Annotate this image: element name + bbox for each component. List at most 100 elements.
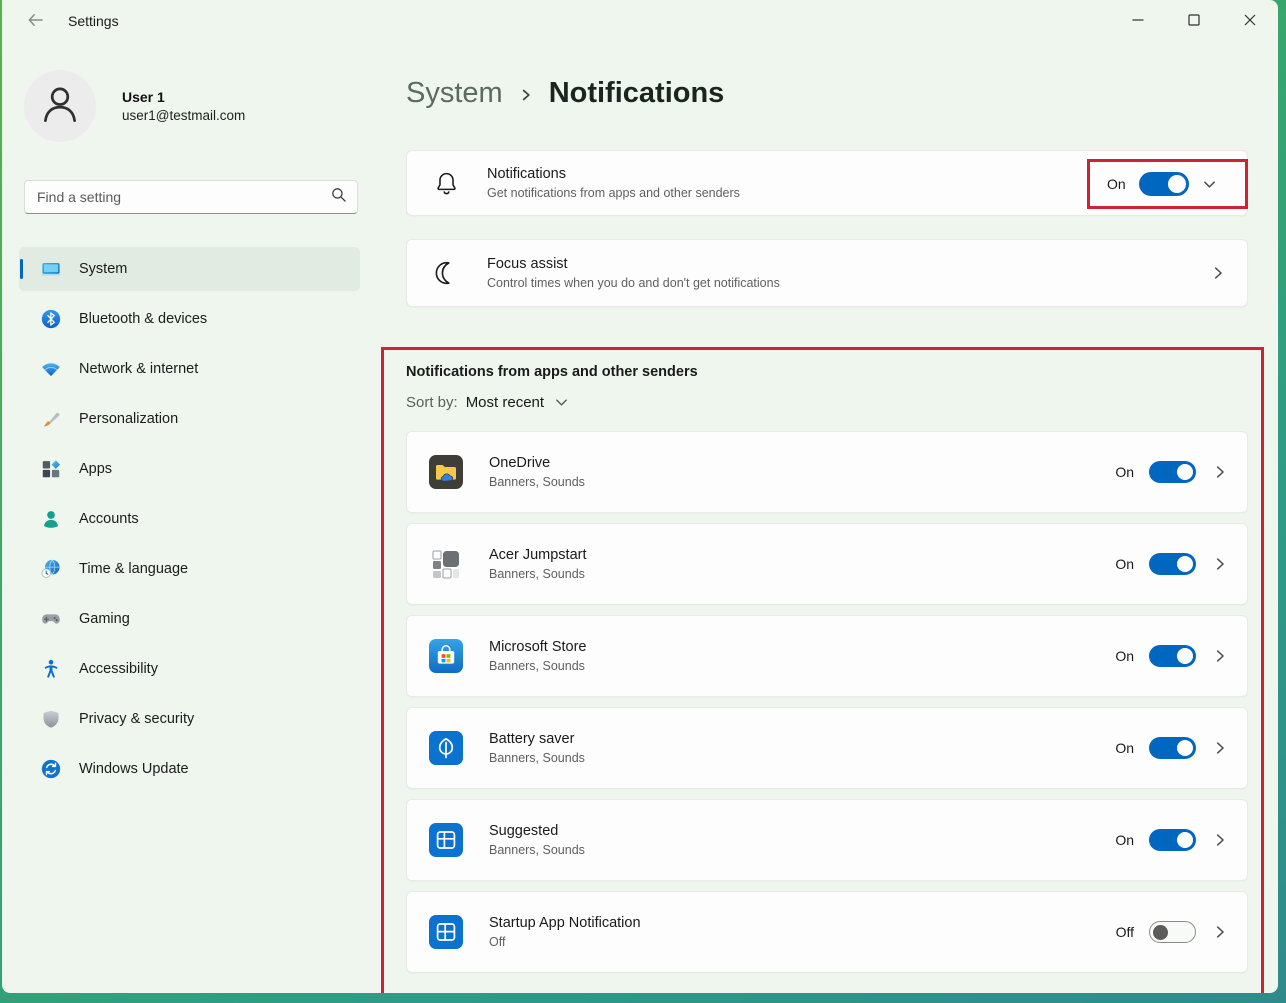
- chevron-right-icon[interactable]: [1213, 741, 1227, 755]
- search-input[interactable]: [37, 189, 331, 205]
- sort-dropdown[interactable]: Sort by: Most recent: [406, 394, 1248, 411]
- sidebar-item-network-internet[interactable]: Network & internet: [19, 347, 360, 391]
- sidebar-item-accessibility[interactable]: Accessibility: [19, 647, 360, 691]
- close-button[interactable]: [1222, 0, 1278, 42]
- toggle-knob: [1168, 175, 1186, 193]
- maximize-icon: [1188, 14, 1200, 29]
- back-arrow-icon: [27, 12, 43, 31]
- focus-assist-subtitle: Control times when you do and don't get …: [487, 276, 780, 290]
- sidebar-item-time-language[interactable]: Time & language: [19, 547, 360, 591]
- toggle-knob: [1177, 832, 1193, 848]
- accessibility-icon: [40, 658, 62, 680]
- focus-assist-title: Focus assist: [487, 256, 780, 272]
- sidebar: User 1 user1@testmail.com System Bluetoo…: [2, 42, 380, 993]
- sidebar-item-windows-update[interactable]: Windows Update: [19, 747, 360, 791]
- chevron-right-icon[interactable]: [1213, 465, 1227, 479]
- page-title: Notifications: [549, 77, 725, 110]
- breadcrumb-chevron-icon: [519, 88, 533, 102]
- sidebar-item-accounts[interactable]: Accounts: [19, 497, 360, 541]
- toggle-knob: [1177, 648, 1193, 664]
- app-toggle[interactable]: [1149, 921, 1196, 943]
- app-name: Startup App Notification: [489, 915, 641, 931]
- chevron-right-icon[interactable]: [1213, 557, 1227, 571]
- user-profile[interactable]: User 1 user1@testmail.com: [24, 70, 358, 142]
- app-subtitle: Banners, Sounds: [489, 659, 587, 673]
- app-row-suggested[interactable]: Suggested Banners, Sounds On: [406, 799, 1248, 881]
- app-state-label: On: [1112, 832, 1134, 848]
- breadcrumb-system[interactable]: System: [406, 77, 503, 110]
- sidebar-item-personalization[interactable]: Personalization: [19, 397, 360, 441]
- sidebar-item-privacy-security[interactable]: Privacy & security: [19, 697, 360, 741]
- app-toggle[interactable]: [1149, 461, 1196, 483]
- notifications-toggle[interactable]: [1139, 172, 1189, 196]
- notifications-state-label: On: [1107, 176, 1126, 192]
- minimize-icon: [1132, 14, 1144, 29]
- bell-icon: [431, 168, 461, 198]
- user-name: User 1: [122, 89, 245, 105]
- sidebar-item-label: Gaming: [79, 611, 130, 627]
- app-state-label: On: [1112, 556, 1134, 572]
- selected-indicator: [20, 259, 23, 279]
- app-subtitle: Banners, Sounds: [489, 475, 585, 489]
- app-row-onedrive[interactable]: OneDrive Banners, Sounds On: [406, 431, 1248, 513]
- app-name: OneDrive: [489, 455, 585, 471]
- minimize-button[interactable]: [1110, 0, 1166, 42]
- window-controls: [1110, 0, 1278, 42]
- chevron-down-icon: [554, 395, 569, 410]
- user-email: user1@testmail.com: [122, 108, 245, 123]
- app-row-acer-jumpstart[interactable]: Acer Jumpstart Banners, Sounds On: [406, 523, 1248, 605]
- app-row-startup-app-notification[interactable]: Startup App Notification Off Off: [406, 891, 1248, 973]
- notifications-title: Notifications: [487, 166, 740, 182]
- breadcrumb: System Notifications: [406, 75, 1248, 111]
- maximize-button[interactable]: [1166, 0, 1222, 42]
- sort-label: Sort by:: [406, 394, 458, 411]
- personalization-icon: [40, 408, 62, 430]
- app-subtitle: Banners, Sounds: [489, 751, 585, 765]
- sidebar-item-label: Personalization: [79, 411, 178, 427]
- chevron-right-icon[interactable]: [1213, 833, 1227, 847]
- accounts-icon: [40, 508, 62, 530]
- app-row-microsoft-store[interactable]: Microsoft Store Banners, Sounds On: [406, 615, 1248, 697]
- sidebar-item-apps[interactable]: Apps: [19, 447, 360, 491]
- app-state-label: On: [1112, 648, 1134, 664]
- sidebar-item-bluetooth-devices[interactable]: Bluetooth & devices: [19, 297, 360, 341]
- sidebar-item-system[interactable]: System: [19, 247, 360, 291]
- back-button[interactable]: [20, 6, 50, 36]
- person-icon: [35, 79, 85, 134]
- chevron-right-icon[interactable]: [1213, 649, 1227, 663]
- main-content: System Notifications Notifications Get n…: [380, 42, 1278, 993]
- app-toggle[interactable]: [1149, 737, 1196, 759]
- chevron-right-icon[interactable]: [1213, 925, 1227, 939]
- notifications-subtitle: Get notifications from apps and other se…: [487, 186, 740, 200]
- chevron-down-icon[interactable]: [1202, 177, 1217, 192]
- system-icon: [40, 258, 62, 280]
- toggle-knob: [1177, 464, 1193, 480]
- app-toggle[interactable]: [1149, 553, 1196, 575]
- sidebar-item-label: Apps: [79, 461, 112, 477]
- titlebar: Settings: [2, 0, 1278, 42]
- sidebar-item-gaming[interactable]: Gaming: [19, 597, 360, 641]
- red-highlight-box-toggle: On: [1087, 159, 1248, 209]
- network-icon: [40, 358, 62, 380]
- window-title: Settings: [68, 13, 119, 29]
- focus-assist-card[interactable]: Focus assist Control times when you do a…: [406, 239, 1248, 307]
- avatar: [24, 70, 96, 142]
- microsoft-store-icon: [429, 639, 463, 673]
- app-row-battery-saver[interactable]: Battery saver Banners, Sounds On: [406, 707, 1248, 789]
- notifications-card[interactable]: Notifications Get notifications from app…: [406, 150, 1248, 216]
- settings-window: Settings User 1 user: [2, 0, 1278, 993]
- acer-jumpstart-icon: [429, 547, 463, 581]
- app-toggle[interactable]: [1149, 829, 1196, 851]
- sidebar-item-label: Network & internet: [79, 361, 198, 377]
- app-subtitle: Off: [489, 935, 641, 949]
- apps-icon: [40, 458, 62, 480]
- time-language-icon: [40, 558, 62, 580]
- sidebar-item-label: Accessibility: [79, 661, 158, 677]
- app-toggle[interactable]: [1149, 645, 1196, 667]
- sidebar-item-label: Accounts: [79, 511, 139, 527]
- red-highlight-box-section: Notifications from apps and other sender…: [381, 347, 1264, 993]
- sidebar-item-label: Privacy & security: [79, 711, 194, 727]
- toggle-knob: [1177, 556, 1193, 572]
- search-box[interactable]: [24, 180, 358, 214]
- chevron-right-icon[interactable]: [1211, 266, 1225, 280]
